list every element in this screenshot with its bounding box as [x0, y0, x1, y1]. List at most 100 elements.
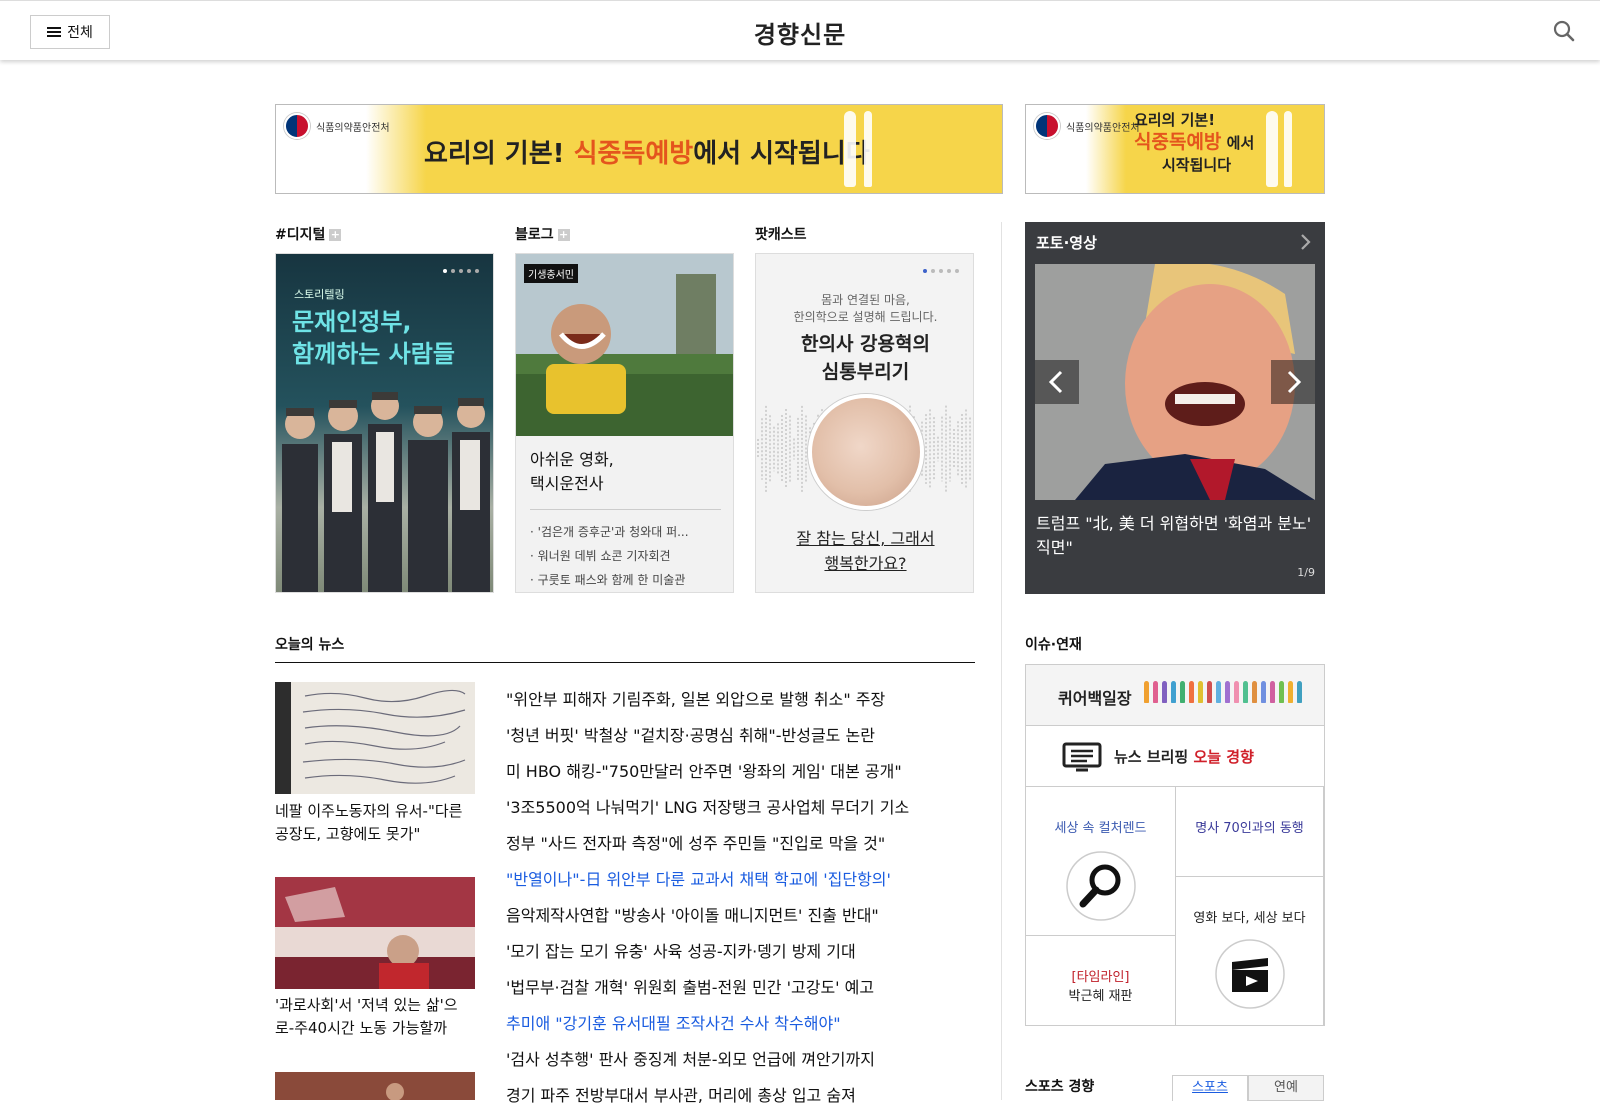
- acupuncture-photo: [808, 394, 924, 510]
- blog-card[interactable]: 기생충서민 아쉬운 영화, 택시운전사 '검은개 증후군'과 청와대 퍼... …: [515, 253, 734, 593]
- movie-series-link[interactable]: 영화 보다, 세상 보다: [1176, 877, 1324, 1025]
- photo-video-title[interactable]: 포토·영상: [1036, 232, 1097, 253]
- news-thumb-caption[interactable]: 네팔 이주노동자의 유서-"다른 공장도, 고향에도 못가": [275, 800, 475, 846]
- blog-list-item[interactable]: 구룻토 패스와 함께 한 미술관: [530, 568, 721, 592]
- person-icon: [1270, 681, 1275, 703]
- digital-kicker: 스토리텔링: [294, 288, 345, 301]
- next-photo-button[interactable]: [1271, 360, 1315, 404]
- carousel-dot[interactable]: [443, 269, 447, 273]
- culture-series-link[interactable]: 세상 속 컬처렌드: [1026, 787, 1176, 936]
- headline-item[interactable]: '3조5500억 나눠먹기' LNG 저장탱크 공사업체 무더기 기소: [506, 790, 909, 826]
- banner-copy-highlight: 식중독예방: [1134, 131, 1222, 153]
- headline-item[interactable]: '청년 버핏' 박철상 "겉치장·공명심 취해"-반성글도 논란: [506, 718, 909, 754]
- headline-item[interactable]: '법무부·검찰 개혁' 위원회 출범-전원 민간 '고강도' 예고: [506, 970, 909, 1006]
- carousel-dot[interactable]: [923, 269, 927, 273]
- headline-item[interactable]: "반열이나"-日 위안부 다룬 교과서 채택 학교에 '집단항의': [506, 862, 909, 898]
- podcast-episode-link[interactable]: 잘 참는 당신, 그래서 행복한가요?: [756, 526, 973, 576]
- headline-item[interactable]: 음악제작사연합 "방송사 '아이돌 매니지먼트' 진출 반대": [506, 898, 909, 934]
- photo-caption[interactable]: 트럼프 "北, 美 더 위협하면 '화염과 분노' 직면": [1036, 512, 1316, 560]
- carousel-dot[interactable]: [467, 269, 471, 273]
- carousel-dot[interactable]: [955, 269, 959, 273]
- carousel-dot[interactable]: [947, 269, 951, 273]
- menu-button[interactable]: 전체: [30, 15, 110, 49]
- carousel-dot[interactable]: [475, 269, 479, 273]
- headline-item[interactable]: 경기 파주 전방부대서 부사관, 머리에 총상 입고 숨져: [506, 1078, 909, 1114]
- blog-tag: 기생충서민: [524, 264, 578, 283]
- podcast-title-line-1: 한의사 강용혁의: [801, 333, 930, 355]
- headline-item[interactable]: 추미애 "강기훈 유서대필 조작사건 수사 착수해야": [506, 1006, 909, 1042]
- carousel-dots: [443, 269, 479, 273]
- person-icon: [1198, 681, 1203, 703]
- plus-icon[interactable]: +: [557, 229, 570, 241]
- timeline-series-link[interactable]: [타임라인] 박근혜 재판: [1026, 936, 1176, 1025]
- headline-list: "위안부 피해자 기림주화, 일본 외압으로 발행 취소" 주장 '청년 버핏'…: [506, 682, 909, 1114]
- blog-list: '검은개 증후군'과 청와대 퍼... 워너원 데뷔 쇼콘 기자회견 구룻토 패…: [530, 520, 721, 592]
- podcast-card[interactable]: 몸과 연결된 마음, 한의학으로 설명해 드립니다. 한의사 강용혁의 심통부리…: [755, 253, 974, 593]
- digital-headline-line-2: 함께하는 사람들: [292, 340, 455, 368]
- section-title-podcast[interactable]: 팟캐스트: [755, 224, 807, 244]
- mentor-series-label: 명사 70인과의 동행: [1195, 821, 1304, 836]
- blog-body: 아쉬운 영화, 택시운전사 '검은개 증후군'과 청와대 퍼... 워너원 데뷔…: [516, 436, 733, 592]
- food-safety-banner-small[interactable]: 식품의약품안전처 요리의 기본! 식중독예방 에서 시작됩니다: [1025, 104, 1325, 194]
- fork-icon: [864, 111, 872, 187]
- person-icon: [1234, 681, 1239, 703]
- podcast-subtitle-2: 한의학으로 설명해 드립니다.: [793, 310, 938, 324]
- person-icon: [1297, 681, 1302, 703]
- news-briefing-banner[interactable]: 뉴스 브리핑 오늘 경향: [1026, 726, 1324, 787]
- news-thumb-third[interactable]: [275, 1072, 475, 1100]
- taegeuk-logo-icon: [1034, 113, 1060, 139]
- blog-list-item[interactable]: 워너원 데뷔 쇼콘 기자회견: [530, 544, 721, 568]
- banner-copy: 요리의 기본! 식중독예방 에서 시작됩니다: [1134, 109, 1254, 176]
- blog-title[interactable]: 아쉬운 영화, 택시운전사: [530, 448, 721, 510]
- plus-icon[interactable]: +: [329, 229, 342, 241]
- site-logo[interactable]: 경향신문: [0, 15, 1600, 50]
- prev-photo-button[interactable]: [1035, 360, 1079, 404]
- queer-essay-banner[interactable]: 퀴어백일장: [1026, 665, 1324, 726]
- issue-series-title[interactable]: 이슈·연재: [1025, 634, 1082, 654]
- tab-sports[interactable]: 스포츠: [1172, 1075, 1248, 1101]
- section-title-blog[interactable]: 블로그 +: [515, 224, 570, 244]
- mentor-series-link[interactable]: 명사 70인과의 동행: [1176, 787, 1324, 877]
- news-briefing-label: 뉴스 브리핑 오늘 경향: [1114, 746, 1254, 767]
- blog-list-item[interactable]: '검은개 증후군'과 청와대 퍼...: [530, 520, 721, 544]
- agency-name: 식품의약품안전처: [1066, 122, 1140, 134]
- search-icon[interactable]: [1552, 19, 1576, 43]
- person-icon: [1171, 681, 1176, 703]
- person-icon: [1180, 681, 1185, 703]
- news-thumb-handwritten-note[interactable]: [275, 682, 475, 794]
- chevron-right-icon: [1287, 370, 1302, 394]
- fork-icon: [1284, 111, 1292, 187]
- digital-card[interactable]: 스토리텔링 문재인정부, 함께하는 사람들: [275, 253, 494, 593]
- person-icon: [1207, 681, 1212, 703]
- section-title-digital[interactable]: #디지털 +: [275, 224, 342, 244]
- food-safety-banner-wide[interactable]: 식품의약품안전처 요리의 기본! 식중독예방에서 시작됩니다: [275, 104, 1003, 194]
- carousel-dot[interactable]: [459, 269, 463, 273]
- chevron-right-icon[interactable]: [1295, 232, 1315, 252]
- headline-item[interactable]: '모기 잡는 모기 유충' 사육 성공-지카·뎅기 방제 기대: [506, 934, 909, 970]
- timeline-label: 박근혜 재판: [1068, 989, 1133, 1004]
- headline-item[interactable]: 정부 "사드 전자파 측정"에 성주 주민들 "진입로 막을 것": [506, 826, 909, 862]
- todays-news-title[interactable]: 오늘의 뉴스: [275, 634, 344, 654]
- person-icon: [1225, 681, 1230, 703]
- carousel-dot[interactable]: [931, 269, 935, 273]
- carousel-dot[interactable]: [939, 269, 943, 273]
- culture-series-label: 세상 속 컬처렌드: [1054, 821, 1147, 836]
- banner-copy-2: 에서: [1226, 134, 1255, 152]
- banner-copy-highlight: 식중독예방: [573, 139, 694, 169]
- headline-item[interactable]: 미 HBO 해킹-"750만달러 안주면 '왕좌의 게임' 대본 공개": [506, 754, 909, 790]
- sports-tabs: 스포츠 연예: [1172, 1075, 1324, 1101]
- news-thumb-protest[interactable]: [275, 877, 475, 989]
- person-icon: [1216, 681, 1221, 703]
- headline-item[interactable]: '검사 성추행' 판사 중징계 처분-외모 언급에 껴안기까지: [506, 1042, 909, 1078]
- spoon-icon: [844, 111, 856, 187]
- person-icon: [1162, 681, 1167, 703]
- tab-entertainment[interactable]: 연예: [1248, 1075, 1324, 1101]
- news-thumb-caption[interactable]: '과로사회'서 '저녁 있는 삶'으로-주40시간 노동 가능할까: [275, 994, 475, 1040]
- podcast-title: 한의사 강용혁의 심통부리기: [756, 330, 973, 386]
- carousel-dots: [923, 269, 959, 273]
- headline-item[interactable]: "위안부 피해자 기림주화, 일본 외압으로 발행 취소" 주장: [506, 682, 909, 718]
- person-icon: [1252, 681, 1257, 703]
- sports-section-title[interactable]: 스포츠 경향: [1025, 1076, 1094, 1096]
- carousel-dot[interactable]: [451, 269, 455, 273]
- person-icon: [1279, 681, 1284, 703]
